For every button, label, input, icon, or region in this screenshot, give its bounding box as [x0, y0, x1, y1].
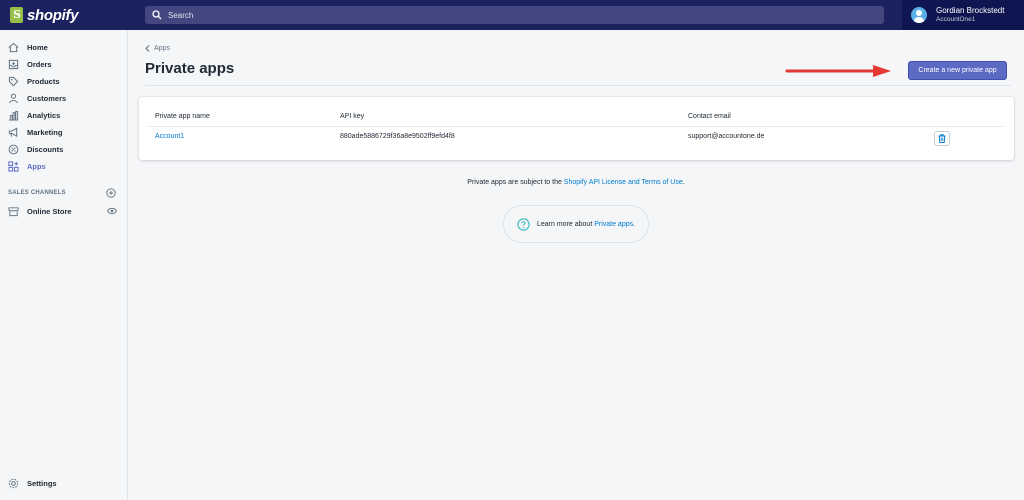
gear-icon	[8, 478, 19, 488]
add-channel-icon[interactable]	[106, 188, 116, 198]
apps-icon	[8, 160, 19, 172]
private-apps-link[interactable]: Private apps	[594, 221, 633, 228]
api-key-cell: 880ade5886729f36a8e9502ff9efd4f8	[340, 133, 455, 140]
sidebar-item-discounts[interactable]: Discounts	[8, 142, 63, 156]
column-header-api-key: API key	[340, 113, 365, 120]
logo-text: shopify	[27, 6, 79, 24]
sidebar-item-label: Home	[27, 42, 48, 52]
divider	[149, 126, 1004, 127]
sidebar-item-label: Orders	[27, 59, 52, 69]
sidebar-item-settings[interactable]: Settings	[8, 476, 57, 490]
column-header-email: Contact email	[688, 113, 731, 120]
search-input[interactable]: Search	[145, 6, 884, 24]
sidebar-item-label: Apps	[27, 161, 46, 171]
orders-icon	[8, 59, 19, 69]
sidebar-item-products[interactable]: Products	[8, 74, 60, 88]
sidebar-item-home[interactable]: Home	[8, 40, 48, 54]
sidebar: Home Orders Products Customers Analytics…	[0, 30, 128, 500]
terms-link[interactable]: Shopify API License and Terms of Use	[564, 179, 683, 186]
sidebar-item-label: Analytics	[27, 110, 61, 120]
private-apps-table: Private app name API key Contact email A…	[139, 97, 1014, 160]
sidebar-item-apps[interactable]: Apps	[8, 159, 46, 173]
search-placeholder: Search	[168, 10, 194, 20]
help-text-suffix: .	[633, 220, 636, 228]
user-menu[interactable]: Gordian Brockstedt AccountOne1	[902, 0, 1024, 30]
sidebar-item-label: Products	[27, 76, 60, 86]
breadcrumb[interactable]: Apps	[145, 45, 170, 52]
app-name-link[interactable]: Account1	[155, 133, 184, 140]
help-text: Learn more about	[537, 220, 595, 228]
red-arrow-annotation	[785, 65, 891, 77]
trash-icon	[938, 134, 946, 143]
sidebar-item-label: Discounts	[27, 144, 64, 154]
shopify-logo[interactable]: shopify	[10, 6, 79, 24]
column-header-name: Private app name	[155, 113, 210, 120]
person-icon	[9, 93, 18, 103]
tag-icon	[8, 76, 19, 86]
sidebar-item-label: Marketing	[27, 127, 63, 137]
terms-note-suffix: .	[682, 179, 685, 186]
top-bar: shopify Search Gordian Brockstedt Accoun…	[0, 0, 1024, 30]
search-icon	[152, 10, 162, 20]
sales-channels-heading: SALES CHANNELS	[8, 190, 66, 196]
sidebar-item-online-store[interactable]: Online Store	[8, 204, 72, 218]
terms-note: Private apps are subject to the Shopify …	[0, 179, 1024, 186]
bar-chart-icon	[8, 110, 19, 121]
avatar	[911, 7, 927, 23]
sidebar-item-analytics[interactable]: Analytics	[8, 108, 60, 122]
shopping-bag-icon	[10, 7, 23, 23]
help-footer: Learn more about Private apps.	[503, 205, 649, 243]
store-icon	[8, 206, 19, 216]
create-private-app-button[interactable]: Create a new private app	[908, 61, 1007, 80]
delete-app-button[interactable]	[934, 131, 950, 146]
user-shop: AccountOne1	[936, 16, 976, 23]
sidebar-item-label: Customers	[27, 93, 67, 103]
sidebar-item-customers[interactable]: Customers	[8, 91, 66, 105]
divider	[145, 85, 1011, 86]
chevron-left-icon	[145, 45, 150, 52]
sidebar-item-label: Settings	[27, 478, 57, 488]
eye-icon[interactable]	[107, 207, 117, 215]
contact-email-cell: support@accountone.de	[688, 133, 765, 140]
breadcrumb-apps[interactable]: Apps	[154, 45, 170, 52]
sidebar-item-label: Online Store	[27, 206, 72, 216]
help-question-icon	[517, 217, 530, 231]
home-icon	[8, 42, 19, 52]
sidebar-item-marketing[interactable]: Marketing	[8, 125, 62, 139]
discount-icon	[8, 144, 19, 154]
user-name: Gordian Brockstedt	[936, 6, 1005, 15]
page-title: Private apps	[145, 60, 235, 77]
sidebar-item-orders[interactable]: Orders	[8, 57, 52, 71]
terms-note-text: Private apps are subject to the	[467, 179, 564, 186]
megaphone-icon	[8, 127, 18, 137]
